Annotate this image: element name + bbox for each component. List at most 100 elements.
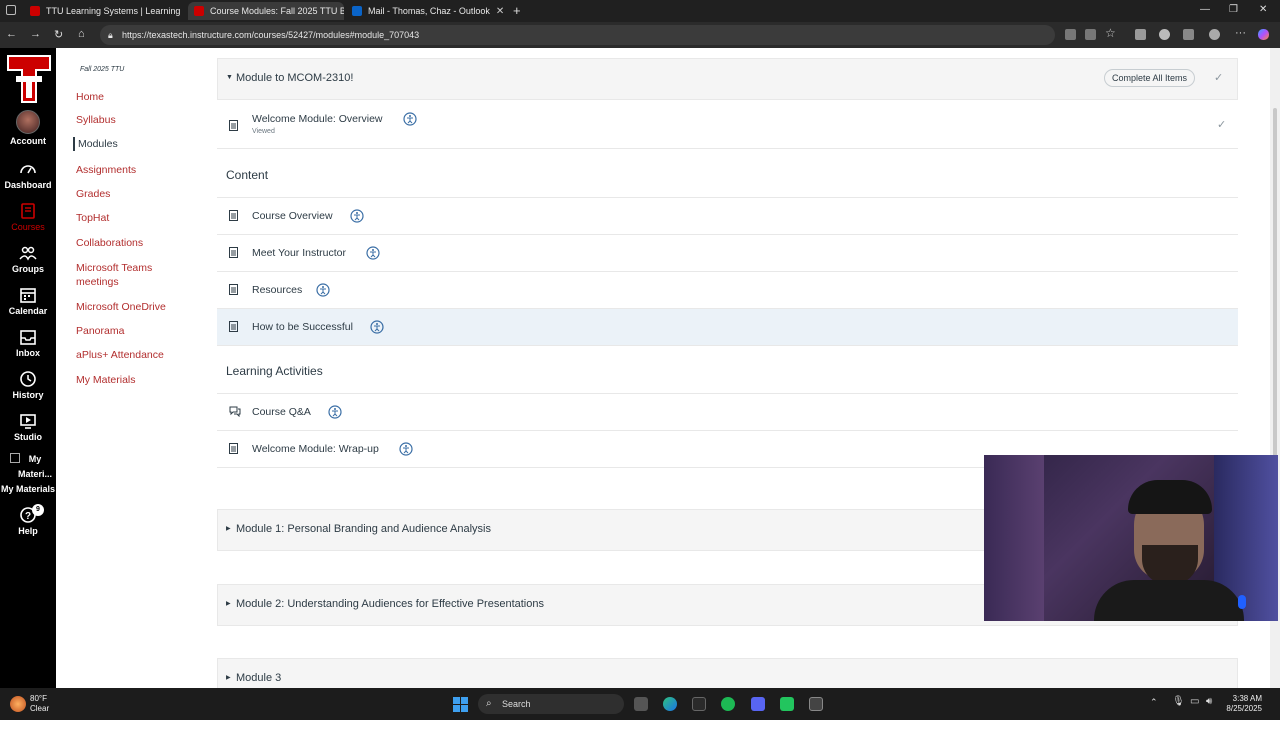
- tab-outlook[interactable]: Mail - Thomas, Chaz - Outlook ✕: [346, 2, 506, 20]
- windows-start-icon[interactable]: [453, 697, 468, 712]
- network-icon[interactable]: ▭: [1190, 696, 1199, 707]
- nav-history[interactable]: History: [0, 370, 56, 400]
- weather-widget[interactable]: 80°F Clear: [30, 694, 49, 714]
- nav-my-materials[interactable]: My Materi... My Materials: [0, 452, 56, 497]
- copilot-icon[interactable]: [1258, 29, 1269, 40]
- volume-icon[interactable]: 🔊︎: [1206, 696, 1212, 707]
- nav-inbox[interactable]: Inbox: [0, 328, 56, 358]
- nav-dashboard[interactable]: Dashboard: [0, 160, 56, 190]
- taskbar-clock[interactable]: 3:38 AM 8/25/2025: [1218, 694, 1262, 714]
- webcam-person-cap: [1128, 480, 1212, 514]
- nav-calendar[interactable]: Calendar: [0, 286, 56, 316]
- course-nav-onedrive[interactable]: Microsoft OneDrive: [76, 300, 206, 314]
- extension-icon[interactable]: [1135, 29, 1146, 40]
- favorite-star-icon[interactable]: ☆: [1105, 26, 1116, 40]
- search-icon: ⌕: [486, 698, 492, 709]
- course-nav-grades[interactable]: Grades: [76, 187, 206, 201]
- microphone-icon[interactable]: 🎙︎: [1172, 696, 1185, 707]
- minimize-icon[interactable]: —: [1200, 4, 1210, 15]
- ttu-logo-icon[interactable]: [4, 52, 54, 106]
- weather-moon-icon[interactable]: [10, 696, 26, 712]
- spotify-icon[interactable]: [721, 697, 735, 711]
- calculator-icon[interactable]: [809, 697, 823, 711]
- nav-studio[interactable]: Studio: [0, 412, 56, 442]
- module-item-how-to-be-successful[interactable]: How to be Successful: [217, 309, 1238, 346]
- module-header-welcome[interactable]: ▼ Module to MCOM-2310! Complete All Item…: [217, 58, 1238, 100]
- module-title: Module 1: Personal Branding and Audience…: [236, 523, 492, 535]
- refresh-icon[interactable]: ↻: [54, 28, 63, 41]
- item-title[interactable]: Meet Your Instructor: [252, 247, 346, 259]
- accessibility-icon[interactable]: [399, 442, 413, 456]
- item-title[interactable]: How to be Successful: [252, 321, 353, 333]
- global-navigation: Account Dashboard Courses Groups Calenda…: [0, 48, 56, 728]
- module-header-module-3[interactable]: ▶ Module 3: [217, 658, 1238, 688]
- module-item-meet-instructor[interactable]: Meet Your Instructor: [217, 235, 1238, 272]
- close-window-icon[interactable]: ✕: [1259, 4, 1267, 15]
- course-nav-collaborations[interactable]: Collaborations: [76, 236, 206, 250]
- taskbar-search-input[interactable]: ⌕ Search: [478, 694, 624, 714]
- nav-account[interactable]: Account: [0, 110, 56, 146]
- tab-course-modules[interactable]: Course Modules: Fall 2025 TTU B ✕: [188, 2, 344, 20]
- accessibility-icon[interactable]: [370, 320, 384, 334]
- item-title[interactable]: Resources: [252, 284, 302, 296]
- courses-icon: [21, 203, 35, 219]
- item-title[interactable]: Course Overview: [252, 210, 333, 222]
- nav-help[interactable]: ? 9 Help: [0, 504, 56, 536]
- accessibility-icon[interactable]: [316, 283, 330, 297]
- course-nav-my-materials[interactable]: My Materials: [76, 373, 206, 387]
- course-nav-tophat[interactable]: TopHat: [76, 211, 206, 225]
- scrollbar-thumb[interactable]: [1273, 108, 1277, 488]
- tab-ttu-learning[interactable]: TTU Learning Systems | Learning ✕: [24, 2, 186, 20]
- nav-groups[interactable]: Groups: [0, 244, 56, 274]
- page-icon: [229, 443, 238, 454]
- item-title[interactable]: Welcome Module: Wrap-up: [252, 443, 379, 455]
- accessibility-icon[interactable]: [366, 246, 380, 260]
- module-item-welcome-overview[interactable]: Welcome Module: Overview Viewed ✓: [217, 101, 1238, 149]
- forward-icon[interactable]: →: [30, 28, 41, 40]
- module-item-course-overview[interactable]: Course Overview: [217, 198, 1238, 235]
- nav-courses[interactable]: Courses: [0, 202, 56, 232]
- caret-right-icon[interactable]: ▶: [226, 600, 231, 607]
- course-nav-syllabus[interactable]: Syllabus: [76, 113, 206, 127]
- home-icon[interactable]: ⌂: [78, 28, 85, 40]
- new-tab-icon[interactable]: +: [513, 3, 521, 18]
- task-view-icon[interactable]: [634, 697, 648, 711]
- weather-desc: Clear: [30, 704, 50, 713]
- course-nav-assignments[interactable]: Assignments: [76, 163, 206, 177]
- course-nav-teams-meetings[interactable]: Microsoft Teams meetings: [76, 261, 176, 289]
- tab-actions-icon[interactable]: [6, 5, 16, 15]
- module-item-resources[interactable]: Resources: [217, 272, 1238, 309]
- nav-label: Courses: [11, 222, 45, 232]
- profile-icon[interactable]: [1209, 29, 1220, 40]
- chat-app-icon[interactable]: [780, 697, 794, 711]
- read-aloud-icon[interactable]: [1085, 29, 1096, 40]
- xbox-icon[interactable]: [692, 697, 706, 711]
- module-item-course-qa[interactable]: Course Q&A: [217, 394, 1238, 431]
- caret-down-icon[interactable]: ▼: [226, 74, 233, 81]
- back-icon[interactable]: ←: [6, 28, 17, 40]
- page-icon: [229, 210, 238, 221]
- accessibility-icon[interactable]: [403, 112, 417, 126]
- tray-chevron-up-icon[interactable]: ⌃: [1150, 697, 1158, 708]
- reader-view-icon[interactable]: [1065, 29, 1076, 40]
- course-nav-modules[interactable]: Modules: [73, 137, 203, 151]
- accessibility-icon[interactable]: [350, 209, 364, 223]
- course-nav-aplus-attendance[interactable]: aPlus+ Attendance: [76, 348, 206, 362]
- more-menu-icon[interactable]: ···: [1235, 27, 1246, 39]
- edge-browser-icon[interactable]: [663, 697, 677, 711]
- extension-s-icon[interactable]: [1159, 29, 1170, 40]
- extensions-icon[interactable]: [1183, 29, 1194, 40]
- accessibility-icon[interactable]: [328, 405, 342, 419]
- course-nav-panorama[interactable]: Panorama: [76, 324, 206, 338]
- complete-all-items-button[interactable]: Complete All Items: [1104, 69, 1196, 87]
- maximize-icon[interactable]: ❐: [1229, 4, 1238, 15]
- item-title[interactable]: Course Q&A: [252, 406, 311, 418]
- caret-right-icon[interactable]: ▶: [226, 525, 231, 532]
- webcam-blue-light: [1238, 595, 1246, 609]
- item-title[interactable]: Welcome Module: Overview: [252, 113, 383, 125]
- url-input[interactable]: 🔒︎ https://texastech.instructure.com/cou…: [100, 25, 1055, 45]
- course-nav-home[interactable]: Home: [76, 90, 206, 104]
- discord-icon[interactable]: [751, 697, 765, 711]
- caret-right-icon[interactable]: ▶: [226, 674, 231, 681]
- close-icon[interactable]: ✕: [496, 6, 504, 17]
